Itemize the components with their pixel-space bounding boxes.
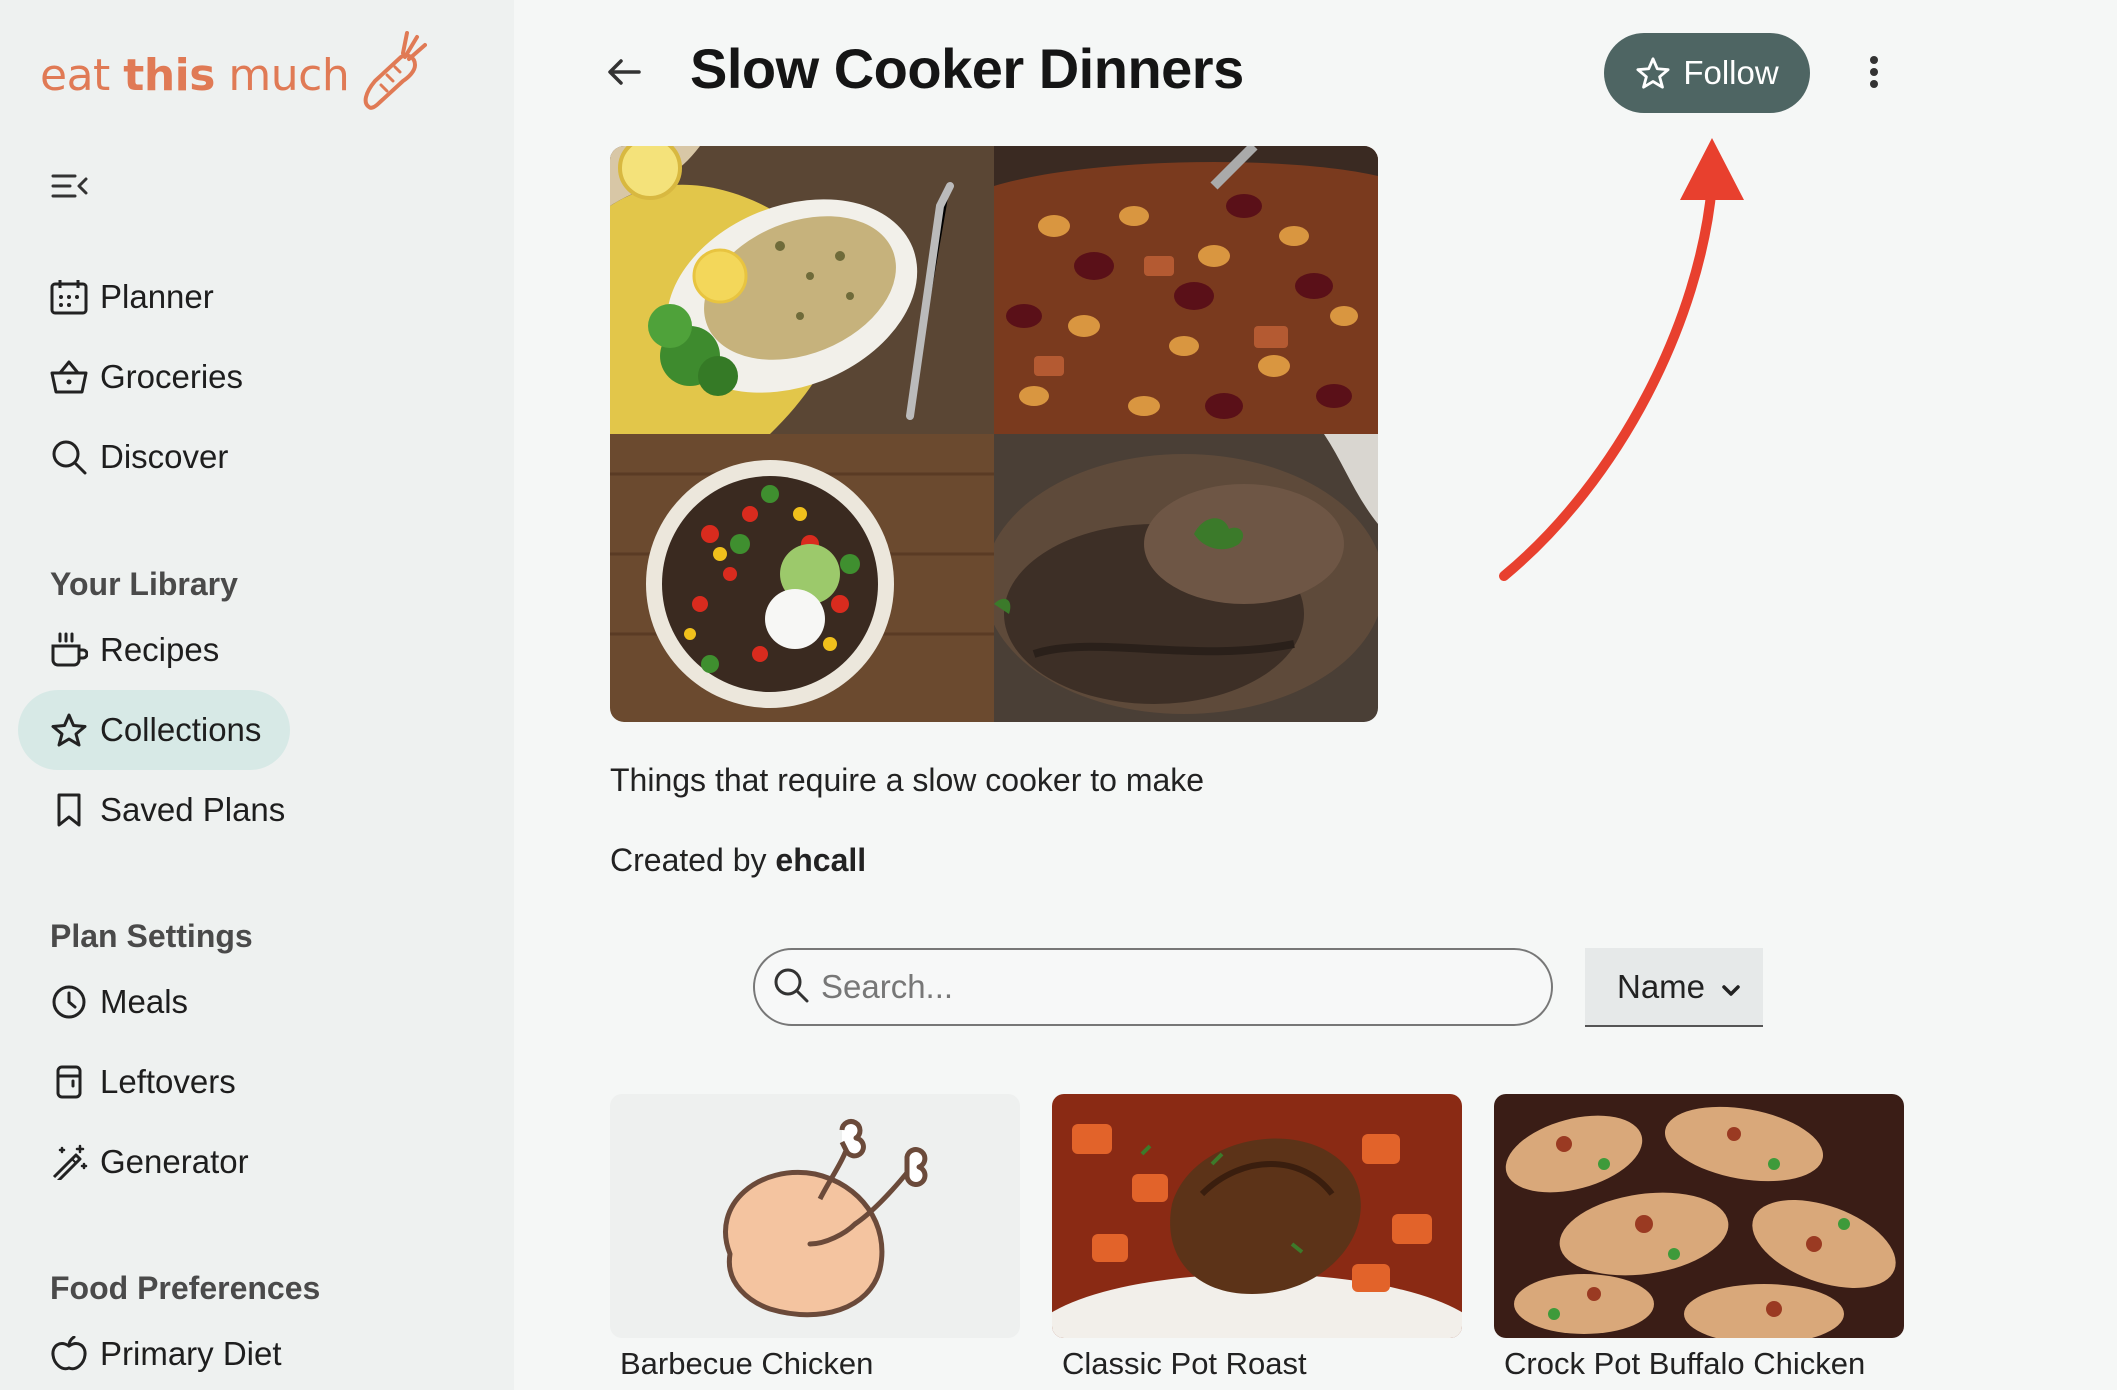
recipe-card[interactable]: Crock Pot Buffalo Chicken — [1494, 1094, 1904, 1390]
sidebar-item-recipes[interactable]: Recipes — [18, 610, 290, 690]
star-icon — [50, 711, 88, 749]
star-outline-icon — [1635, 56, 1671, 90]
follow-label: Follow — [1683, 54, 1779, 91]
chevron-down-icon — [1721, 968, 1741, 1006]
sidebar-item-primary-diet[interactable]: Primary Diet — [18, 1314, 290, 1390]
collapse-menu-icon[interactable] — [50, 168, 90, 204]
container-icon — [50, 1063, 88, 1101]
cup-icon — [50, 631, 88, 669]
search-icon — [773, 967, 809, 1008]
author-name[interactable]: ehcall — [775, 842, 866, 878]
carrot-icon — [357, 30, 428, 120]
cover-image-taco-bowl — [610, 434, 994, 722]
sidebar-item-label: Collections — [100, 711, 262, 748]
sidebar-item-label: Primary Diet — [100, 1335, 282, 1372]
calendar-icon — [50, 278, 88, 316]
recipe-title: Barbecue Chicken — [620, 1346, 874, 1381]
more-options-icon[interactable] — [1854, 52, 1894, 96]
apple-icon — [50, 1335, 88, 1373]
recipe-title: Crock Pot Buffalo Chicken — [1504, 1346, 1866, 1381]
back-arrow-icon[interactable] — [599, 52, 649, 92]
recipe-image-buffalo-chicken — [1494, 1094, 1904, 1338]
bookmark-icon — [50, 791, 88, 829]
sidebar: eat this much Planner Groceries Discover… — [0, 0, 514, 1390]
plan-settings-section-title: Plan Settings — [50, 918, 253, 954]
sort-selected-value: Name — [1617, 967, 1706, 1005]
cover-image-chicken-pasta — [610, 146, 994, 434]
sidebar-item-label: Saved Plans — [100, 791, 286, 828]
chicken-leg-icon — [723, 1119, 928, 1318]
collection-cover-collage — [610, 146, 1378, 722]
search-input[interactable] — [821, 968, 1521, 1006]
recipe-card[interactable]: Classic Pot Roast — [1052, 1094, 1462, 1390]
sort-select[interactable]: Name — [1585, 948, 1763, 1027]
search-box — [753, 948, 1553, 1026]
recipe-title: Classic Pot Roast — [1062, 1346, 1307, 1381]
recipe-placeholder-image — [610, 1094, 1020, 1338]
clock-icon — [50, 983, 88, 1021]
library-section-title: Your Library — [50, 566, 238, 602]
sidebar-item-label: Generator — [100, 1143, 249, 1180]
logo[interactable]: eat this much — [40, 30, 428, 120]
sidebar-item-meals[interactable]: Meals — [18, 962, 290, 1042]
sidebar-item-label: Recipes — [100, 631, 220, 668]
main-content: Slow Cooker Dinners Follow Things that r… — [514, 0, 2117, 1390]
follow-button[interactable]: Follow — [1604, 33, 1810, 113]
cover-image-braised-meat — [994, 434, 1378, 722]
page-title: Slow Cooker Dinners — [690, 37, 1244, 100]
magic-wand-icon — [50, 1143, 88, 1181]
sidebar-item-discover[interactable]: Discover — [18, 417, 290, 497]
recipe-image-pot-roast — [1052, 1094, 1462, 1338]
sidebar-item-planner[interactable]: Planner — [18, 257, 290, 337]
sidebar-item-label: Groceries — [100, 358, 244, 395]
collection-description: Things that require a slow cooker to mak… — [610, 762, 1205, 798]
sidebar-item-collections[interactable]: Collections — [18, 690, 290, 770]
created-by: Created by ehcall — [610, 842, 867, 878]
sidebar-item-generator[interactable]: Generator — [18, 1122, 290, 1202]
logo-text: eat this much — [40, 49, 350, 101]
food-preferences-section-title: Food Preferences — [50, 1270, 321, 1306]
sidebar-item-leftovers[interactable]: Leftovers — [18, 1042, 290, 1122]
sidebar-item-label: Planner — [100, 278, 214, 315]
sidebar-item-saved-plans[interactable]: Saved Plans — [18, 770, 290, 850]
basket-icon — [50, 358, 88, 396]
cover-image-bean-chili — [994, 146, 1378, 434]
sidebar-item-label: Leftovers — [100, 1063, 236, 1100]
search-icon — [50, 438, 88, 476]
sidebar-item-groceries[interactable]: Groceries — [18, 337, 290, 417]
recipe-card[interactable]: Barbecue Chicken — [610, 1094, 1020, 1390]
sidebar-item-label: Meals — [100, 983, 189, 1020]
sidebar-item-label: Discover — [100, 438, 229, 475]
